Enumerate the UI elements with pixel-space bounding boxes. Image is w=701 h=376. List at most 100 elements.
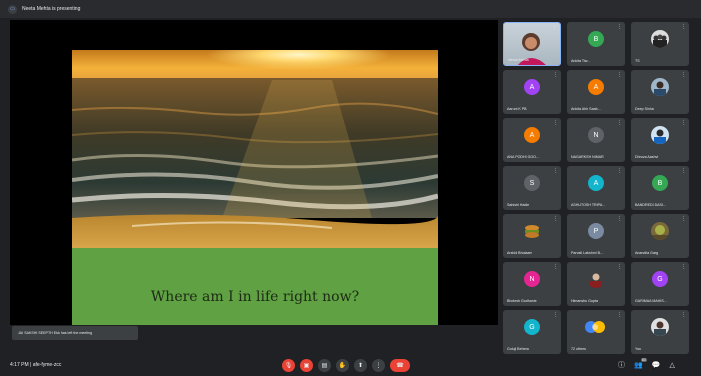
participant-tile[interactable]: ⋮ Dhruva Aashvi	[631, 118, 689, 162]
avatar: A	[524, 127, 540, 143]
more-vert-icon[interactable]: ⋮	[681, 168, 686, 174]
participant-name: Neeta Mehta	[508, 58, 529, 62]
participant-tile[interactable]: ⋮ Anandita Garg	[631, 214, 689, 258]
avatar: G	[524, 319, 540, 335]
participant-tile[interactable]: ⋮ N NAGARKSH NIMAR	[567, 118, 625, 162]
more-vert-icon[interactable]: ⋮	[617, 312, 622, 318]
more-vert-icon[interactable]: ⋮	[681, 72, 686, 78]
more-vert-icon[interactable]: ⋮	[553, 312, 558, 318]
meeting-controls-bar: 4:17 PM | afe-fyme-zcc 🎙 ▣ ▤ ✋ ⬆ ⋮ ☎ ⓘ 👥…	[0, 356, 701, 376]
person-photo-icon	[651, 78, 669, 96]
avatar: G	[652, 271, 668, 287]
participant-tile[interactable]: ⋮ B Ankita Tiw...	[567, 22, 625, 66]
call-controls: 🎙 ▣ ▤ ✋ ⬆ ⋮ ☎	[282, 359, 410, 372]
participant-tile[interactable]: ⋮ G Guluji Behera	[503, 310, 561, 354]
avatar: B	[652, 175, 668, 191]
participant-tile[interactable]: ⋮ TS	[631, 22, 689, 66]
more-vert-icon[interactable]: ⋮	[552, 25, 557, 31]
presenting-icon: ▭	[8, 4, 17, 14]
person-photo-icon	[651, 126, 669, 144]
participant-tile[interactable]: ⋮ Himanshu Gupta	[567, 262, 625, 306]
participant-name: Sahishi Hadie	[507, 203, 530, 207]
meeting-time-code: 4:17 PM | afe-fyme-zcc	[10, 362, 62, 368]
nature-photo-icon	[651, 222, 669, 240]
participant-name: NAGARKSH NIMAR	[571, 155, 604, 159]
presenting-bar: ▭ Neeta Mehta is presenting	[0, 0, 701, 18]
avatar: N	[524, 271, 540, 287]
activities-icon[interactable]: △	[669, 361, 674, 369]
captions-icon[interactable]: ▤	[318, 359, 331, 372]
more-vert-icon[interactable]: ⋮	[617, 168, 622, 174]
participant-name: Ankita Ahh Saab...	[571, 107, 601, 111]
more-vert-icon[interactable]: ⋮	[681, 312, 686, 318]
participant-grid: ⋮ Neeta Mehta ⋮ B Ankita Tiw... ⋮ TS ⋮ A…	[503, 22, 689, 354]
avatar: P	[588, 223, 604, 239]
participant-tile[interactable]: ⋮ P Parvati Lakshmi B...	[567, 214, 625, 258]
participant-tile[interactable]: ⋮ Deep Sinha	[631, 70, 689, 114]
more-vert-icon[interactable]: ⋮	[681, 120, 686, 126]
more-options-icon[interactable]: ⋮	[372, 359, 385, 372]
more-vert-icon[interactable]: ⋮	[617, 120, 622, 126]
participant-name: Ankita Tiw...	[571, 59, 591, 63]
more-vert-icon[interactable]: ⋮	[617, 264, 622, 270]
more-vert-icon[interactable]: ⋮	[553, 216, 558, 222]
more-vert-icon[interactable]: ⋮	[553, 72, 558, 78]
participant-name: ASHUTOSH TRIPA...	[571, 203, 606, 207]
participant-name: ANA PODHI GOO...	[507, 155, 539, 159]
participant-tile[interactable]: ⋮ Neeta Mehta	[503, 22, 561, 66]
more-vert-icon[interactable]: ⋮	[553, 120, 558, 126]
participant-count-badge: 83	[640, 358, 647, 362]
more-vert-icon[interactable]: ⋮	[681, 216, 686, 222]
camera-off-icon[interactable]: ▣	[300, 359, 313, 372]
participant-name: GARIMAA MAHIS...	[635, 299, 667, 303]
participant-tile[interactable]: ⋮ N Bholesh Godhanie	[503, 262, 561, 306]
food-photo-icon	[523, 222, 541, 240]
participant-tile[interactable]: ⋮ A ASHUTOSH TRIPA...	[567, 166, 625, 210]
present-icon[interactable]: ⬆	[354, 359, 367, 372]
avatar: A	[588, 79, 604, 95]
raise-hand-icon[interactable]: ✋	[336, 359, 349, 372]
left-meeting-toast: JAI SAKSHI SEEPTH Ekk has left the meeti…	[12, 326, 138, 340]
participant-tile[interactable]: ⋮ A ANA PODHI GOO...	[503, 118, 561, 162]
participant-name: Guluji Behera	[507, 347, 529, 351]
participant-name: Dhruva Aashvi	[635, 155, 659, 159]
participant-tile[interactable]: ⋮ Arshid Bholaam	[503, 214, 561, 258]
participant-tile[interactable]: ⋮ A Ankita Ahh Saab...	[567, 70, 625, 114]
participant-tile[interactable]: ⋮ S Sahishi Hadie	[503, 166, 561, 210]
slide: Where am I in life right now?	[72, 50, 438, 325]
others-tile[interactable]: ⋮ 72 others	[567, 310, 625, 354]
avatar: A	[524, 79, 540, 95]
more-vert-icon[interactable]: ⋮	[617, 216, 622, 222]
side-controls: ⓘ 👥 83 💬 △	[618, 358, 675, 370]
chat-icon[interactable]: 💬	[652, 361, 661, 369]
participant-name: Parvati Lakshmi B...	[571, 251, 603, 255]
avatar: N	[588, 127, 604, 143]
more-vert-icon[interactable]: ⋮	[617, 24, 622, 30]
mic-off-icon[interactable]: 🎙	[282, 359, 295, 372]
participant-tile[interactable]: ⋮ You	[631, 310, 689, 354]
avatar: S	[524, 175, 540, 191]
others-stack-icon	[584, 318, 608, 336]
slide-caption-area: Where am I in life right now?	[72, 248, 438, 325]
participant-name: Himanshu Gupta	[571, 299, 598, 303]
more-vert-icon[interactable]: ⋮	[681, 24, 686, 30]
participant-tile[interactable]: ⋮ A Aaruni K PB	[503, 70, 561, 114]
more-vert-icon[interactable]: ⋮	[681, 264, 686, 270]
participant-name: TS	[635, 59, 640, 63]
presenting-text: Neeta Mehta is presenting	[22, 6, 81, 12]
more-vert-icon[interactable]: ⋮	[553, 168, 558, 174]
avatar: A	[588, 175, 604, 191]
more-vert-icon[interactable]: ⋮	[617, 72, 622, 78]
people-icon[interactable]: 👥 83	[634, 358, 647, 369]
more-vert-icon[interactable]: ⋮	[553, 264, 558, 270]
person-photo-icon	[587, 270, 605, 288]
participant-name: You	[635, 347, 642, 351]
sunset-beach-image	[72, 50, 438, 248]
end-call-icon[interactable]: ☎	[390, 359, 410, 372]
participant-tile[interactable]: ⋮ G GARIMAA MAHIS...	[631, 262, 689, 306]
participant-name: Deep Sinha	[635, 107, 654, 111]
person-photo-icon	[651, 318, 669, 336]
participant-name: Anandita Garg	[635, 251, 659, 255]
participant-tile[interactable]: ⋮ B BANDREDI DASI...	[631, 166, 689, 210]
info-icon[interactable]: ⓘ	[618, 360, 625, 370]
